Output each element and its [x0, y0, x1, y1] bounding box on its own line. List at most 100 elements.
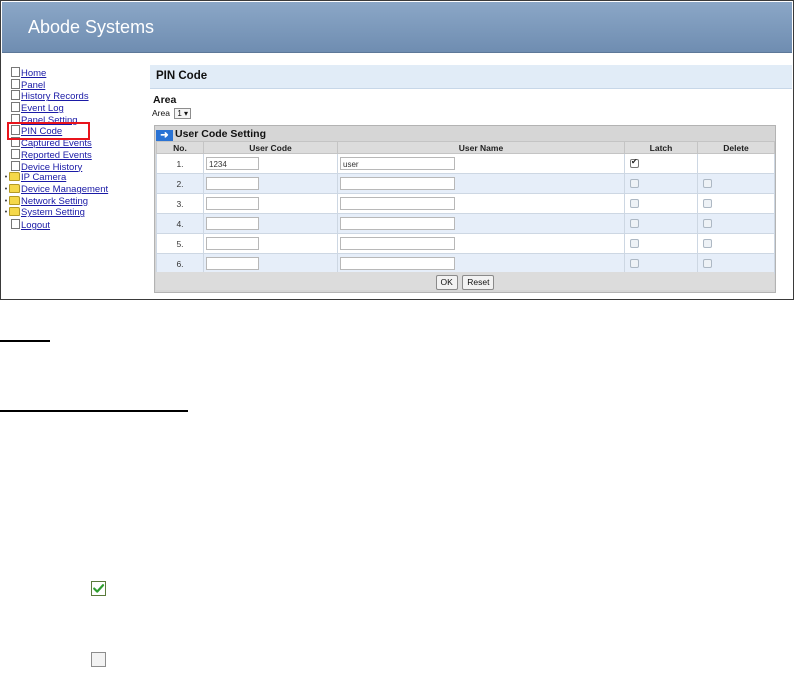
sidebar-item-panel[interactable]: Panel: [3, 78, 149, 91]
latch-checkbox[interactable]: [630, 259, 639, 268]
sidebar-item-label: Home: [21, 68, 47, 79]
main-content: PIN Code Area Area 1 ▾ ➜ User Code Settin…: [150, 65, 792, 293]
file-icon: [11, 90, 20, 101]
top-bar: Abode Systems: [2, 2, 792, 53]
folder-icon: [9, 172, 20, 182]
user-name-cell: [337, 253, 625, 274]
latch-cell: [624, 233, 698, 254]
delete-checkbox[interactable]: [703, 239, 712, 248]
latch-cell: [624, 173, 698, 194]
screenshot-frame: Abode Systems Home Panel History Records Ev…: [0, 0, 794, 300]
latch-checkbox[interactable]: [630, 239, 639, 248]
user-code-cell: [203, 253, 338, 274]
reset-button[interactable]: Reset: [462, 275, 495, 290]
row-number: 6.: [156, 253, 204, 274]
column-header-latch: Latch: [624, 141, 698, 154]
user-code-cell: 1234: [203, 153, 338, 174]
delete-checkbox[interactable]: [703, 199, 712, 208]
sidebar-item-label: Network Setting: [21, 195, 89, 207]
column-header-delete: Delete: [697, 141, 775, 154]
sidebar-item-event-log[interactable]: Event Log: [3, 102, 149, 114]
column-header-no: No.: [156, 141, 204, 154]
sidebar-item-logout[interactable]: Logout: [3, 218, 149, 231]
table-row: 3.: [156, 193, 775, 214]
row-number: 1.: [156, 153, 204, 174]
page-title-bar: PIN Code: [150, 65, 792, 89]
sidebar-item-label: Device Management: [21, 183, 109, 195]
latch-checkbox[interactable]: [630, 179, 639, 188]
divider-line: [0, 410, 188, 412]
user-code-input[interactable]: [206, 217, 259, 230]
latch-checkbox[interactable]: [630, 199, 639, 208]
user-name-input[interactable]: user: [340, 157, 455, 170]
latch-cell: [624, 253, 698, 274]
sidebar-item-reported-events[interactable]: Reported Events: [3, 148, 149, 161]
user-code-cell: [203, 193, 338, 214]
area-select-row: Area 1 ▾: [152, 108, 192, 119]
file-icon: [11, 67, 20, 77]
sidebar-item-label: Device History: [21, 161, 83, 173]
row-number: 3.: [156, 193, 204, 214]
user-name-input[interactable]: [340, 237, 455, 250]
user-code-input[interactable]: [206, 197, 259, 210]
user-name-cell: [337, 233, 625, 254]
user-name-input[interactable]: [340, 177, 455, 190]
arrow-right-icon: ➜: [156, 130, 173, 141]
folder-icon: [9, 207, 20, 217]
latch-checkbox[interactable]: [630, 219, 639, 228]
user-name-input[interactable]: [340, 257, 455, 270]
sidebar-item-device-management[interactable]: • Device Management: [3, 183, 149, 196]
delete-cell: [697, 253, 775, 274]
page-title: PIN Code: [156, 70, 208, 82]
sidebar-item-device-history[interactable]: Device History: [3, 160, 149, 173]
highlight-box: [7, 122, 90, 140]
table-row: 2.: [156, 173, 775, 194]
user-name-cell: [337, 213, 625, 234]
delete-checkbox[interactable]: [703, 259, 712, 268]
sidebar-item-label: Reported Events: [21, 149, 92, 161]
sidebar-item-home[interactable]: Home: [3, 67, 149, 79]
user-code-cell: [203, 173, 338, 194]
user-code-input[interactable]: [206, 237, 259, 250]
folder-icon: [9, 195, 20, 205]
table-row: 6.: [156, 253, 775, 274]
file-icon: [11, 218, 20, 229]
delete-cell: [697, 233, 775, 254]
sidebar-nav: Home Panel History Records Event Log Panel S…: [3, 67, 149, 231]
area-select[interactable]: 1 ▾: [174, 108, 192, 119]
delete-checkbox[interactable]: [703, 179, 712, 188]
panel-title: User Code Setting: [175, 128, 267, 140]
sidebar-item-label: IP Camera: [21, 172, 67, 184]
delete-checkbox[interactable]: [703, 219, 712, 228]
delete-cell: [697, 153, 775, 174]
user-code-input[interactable]: 1234: [206, 157, 259, 170]
sidebar-item-label: History Records: [21, 91, 89, 103]
user-code-input[interactable]: [206, 177, 259, 190]
sidebar-item-label: Event Log: [21, 103, 64, 115]
sidebar-item-system-setting[interactable]: • System Setting: [3, 207, 149, 219]
sidebar-item-network-setting[interactable]: • Network Setting: [3, 195, 149, 208]
sidebar-item-history-records[interactable]: History Records: [3, 90, 149, 102]
table-row: 5.: [156, 233, 775, 254]
row-number: 4.: [156, 213, 204, 234]
latch-checkbox[interactable]: [630, 157, 639, 168]
user-code-input[interactable]: [206, 257, 259, 270]
user-code-panel: ➜ User Code Setting No. User Code User Na…: [154, 125, 776, 293]
user-name-input[interactable]: [340, 197, 455, 210]
column-header-user-name: User Name: [337, 141, 625, 154]
sidebar-item-label: Logout: [21, 219, 51, 231]
latch-cell: [624, 153, 698, 174]
user-code-cell: [203, 233, 338, 254]
sidebar-item-label: System Setting: [21, 207, 85, 219]
column-header-user-code: User Code: [203, 141, 338, 154]
sidebar-item-ip-camera[interactable]: • IP Camera: [3, 172, 149, 184]
user-code-table: No. User Code User Name Latch Delete 1. 1…: [156, 141, 775, 274]
checkmark-icon: [93, 584, 105, 593]
folder-icon: [9, 183, 20, 193]
area-label: Area: [152, 108, 170, 118]
user-name-input[interactable]: [340, 217, 455, 230]
app-title: Abode Systems: [28, 17, 155, 37]
panel-header: ➜ User Code Setting: [156, 128, 266, 141]
delete-cell: [697, 213, 775, 234]
ok-button[interactable]: OK: [435, 275, 458, 290]
